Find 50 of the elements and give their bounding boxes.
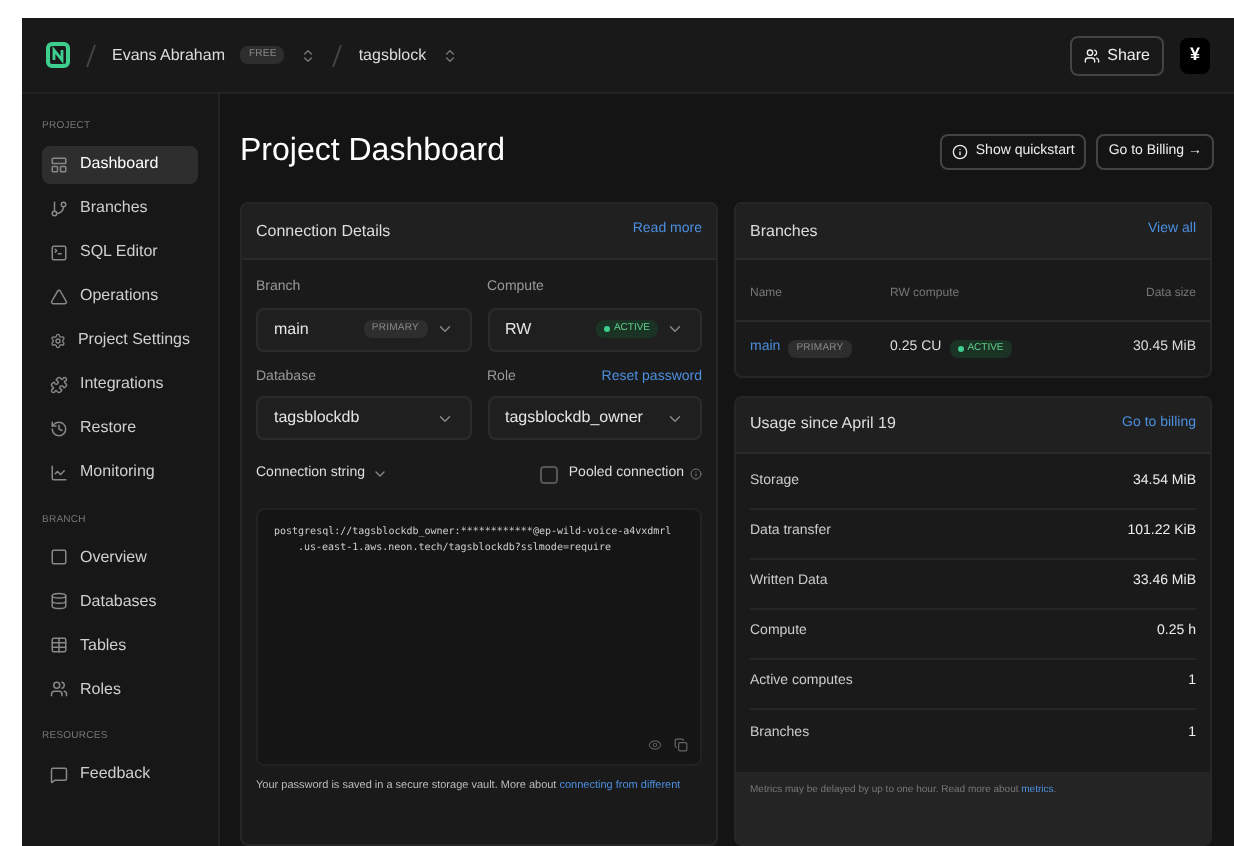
divider-slash-icon	[332, 43, 343, 67]
page-title: Project Dashboard	[240, 132, 506, 172]
eye-icon[interactable]	[648, 738, 662, 752]
history-icon	[50, 419, 68, 437]
sidebar-item[interactable]: Overview	[42, 538, 198, 576]
card-title: Usage since April 19	[750, 412, 896, 436]
chart-icon	[50, 463, 68, 481]
sidebar-item[interactable]: Integrations	[42, 365, 198, 403]
database-select[interactable]: tagsblockdb	[256, 396, 471, 440]
sidebar-item[interactable]: SQL Editor	[42, 233, 198, 271]
card-title: Branches	[750, 219, 818, 243]
table-icon	[50, 636, 68, 654]
chevron-down-icon	[666, 320, 684, 338]
avatar[interactable]: ¥	[1180, 37, 1210, 73]
sidebar-item[interactable]: Project Settings	[42, 321, 198, 359]
info-icon	[690, 468, 702, 480]
pooled-checkbox[interactable]	[540, 465, 559, 483]
sidebar-item[interactable]: Feedback	[42, 755, 198, 793]
logo-icon	[46, 42, 70, 68]
chevron-down-icon	[435, 320, 453, 338]
org-name[interactable]: Evans Abraham	[112, 43, 225, 67]
sidebar-item[interactable]: Restore	[42, 409, 198, 447]
users-icon	[50, 680, 68, 698]
triangle-icon	[50, 287, 68, 305]
sidebar-item[interactable]: Branches	[42, 189, 198, 227]
sidebar-item[interactable]: Dashboard	[42, 145, 198, 183]
users-icon	[1083, 47, 1100, 63]
square-icon	[50, 548, 68, 566]
card-title: Connection Details	[256, 219, 391, 243]
chevron-down-icon	[372, 466, 389, 482]
database-icon	[50, 592, 68, 610]
gear-icon	[50, 331, 66, 349]
sidebar-item[interactable]: Roles	[42, 670, 198, 708]
message-icon	[50, 765, 68, 783]
project-name[interactable]: tagsblock	[358, 43, 427, 67]
sidebar-item[interactable]: Operations	[42, 277, 198, 315]
sidebar-item[interactable]: Monitoring	[42, 453, 198, 491]
dashboard-icon	[50, 155, 68, 173]
sidebar-item[interactable]: Tables	[42, 626, 198, 664]
role-select[interactable]: tagsblockdb_owner	[487, 396, 702, 440]
share-button[interactable]: Share	[1069, 35, 1164, 75]
sidebar-item[interactable]: Databases	[42, 582, 198, 620]
copy-icon[interactable]	[674, 738, 688, 752]
switcher-icon[interactable]	[442, 47, 459, 63]
branch-icon	[50, 199, 68, 217]
terminal-icon	[50, 243, 68, 261]
divider-slash-icon	[86, 43, 96, 67]
switcher-icon[interactable]	[300, 47, 317, 63]
puzzle-icon	[50, 375, 68, 393]
info-icon	[951, 144, 968, 160]
